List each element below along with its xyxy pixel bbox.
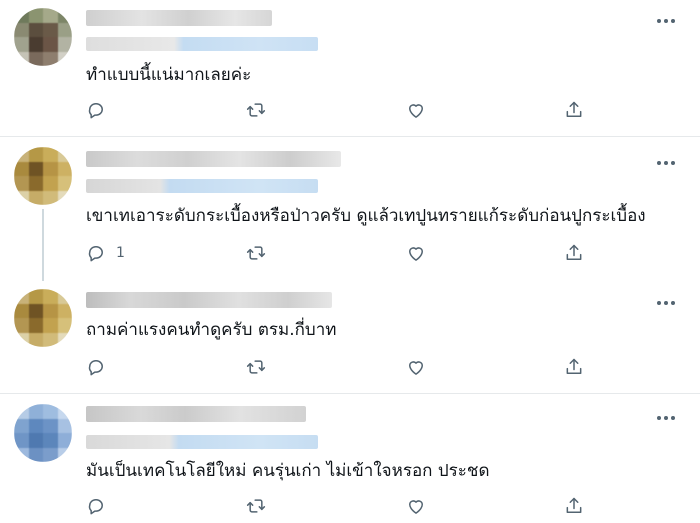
reply-text: ทำแบบนี้แน่มากเลยค่ะ (86, 65, 252, 85)
heart-icon (409, 500, 423, 514)
blurred-handle-link (86, 37, 318, 51)
blurred-display-name (86, 10, 272, 26)
reply-button[interactable] (86, 98, 116, 122)
reply-item[interactable]: ทำแบบนี้แน่มากเลยค่ะ (0, 0, 700, 136)
reply-text: ถามค่าแรงคนทำดูครับ ตรม.กี่บาท (86, 320, 337, 340)
reply-bubble-icon (88, 499, 103, 515)
share-button[interactable] (564, 355, 584, 379)
heart-icon (409, 247, 423, 261)
avatar[interactable] (14, 404, 72, 462)
like-button[interactable] (406, 494, 426, 518)
more-dots-icon[interactable] (657, 300, 675, 306)
heart-icon (409, 361, 423, 375)
blurred-handle-link (86, 435, 318, 449)
retweet-icon (246, 360, 266, 374)
share-button[interactable] (564, 494, 584, 518)
avatar[interactable] (14, 147, 72, 205)
action-bar: 1 (86, 241, 606, 265)
reply-count: 1 (116, 245, 125, 261)
like-button[interactable] (406, 241, 426, 265)
avatar[interactable] (14, 289, 72, 347)
reply-bubble-icon (88, 360, 103, 376)
reply-button[interactable] (86, 355, 116, 379)
share-upload-icon (566, 497, 582, 513)
blurred-display-name (86, 292, 332, 308)
more-dots-icon[interactable] (657, 415, 675, 421)
reply-item[interactable]: มันเป็นเทคโนโลยีใหม่ คนรุ่นเก่า ไม่เข้าใ… (0, 394, 700, 523)
heart-icon (409, 104, 423, 118)
retweet-icon (246, 499, 266, 513)
reply-item[interactable]: ถามค่าแรงคนทำดูครับ ตรม.กี่บาท (0, 279, 700, 393)
share-button[interactable] (564, 98, 584, 122)
reply-button[interactable] (86, 494, 116, 518)
reply-button[interactable]: 1 (86, 241, 125, 265)
blurred-display-name (86, 151, 341, 167)
reply-text: มันเป็นเทคโนโลยีใหม่ คนรุ่นเก่า ไม่เข้าใ… (86, 461, 490, 481)
avatar[interactable] (14, 8, 72, 66)
retweet-icon (246, 103, 266, 117)
reply-bubble-icon (88, 103, 103, 119)
retweet-button[interactable] (246, 98, 266, 122)
share-button[interactable] (564, 241, 584, 265)
reply-text: เขาเทเอาระดับกระเบื้องหรือป่าวครับ ดูแล้… (86, 206, 646, 226)
action-bar (86, 355, 606, 379)
reply-item[interactable]: เขาเทเอาระดับกระเบื้องหรือป่าวครับ ดูแล้… (0, 137, 700, 281)
like-button[interactable] (406, 355, 426, 379)
blurred-handle-link (86, 179, 318, 193)
share-upload-icon (566, 244, 582, 260)
retweet-button[interactable] (246, 494, 266, 518)
thread-connector-line (42, 209, 44, 281)
like-button[interactable] (406, 98, 426, 122)
share-upload-icon (566, 358, 582, 374)
share-upload-icon (566, 101, 582, 117)
blurred-display-name (86, 406, 306, 422)
reply-bubble-icon (88, 246, 103, 262)
action-bar (86, 494, 606, 518)
retweet-button[interactable] (246, 241, 266, 265)
action-bar (86, 98, 606, 122)
retweet-icon (246, 246, 266, 260)
more-dots-icon[interactable] (657, 18, 675, 24)
retweet-button[interactable] (246, 355, 266, 379)
more-dots-icon[interactable] (657, 160, 675, 166)
